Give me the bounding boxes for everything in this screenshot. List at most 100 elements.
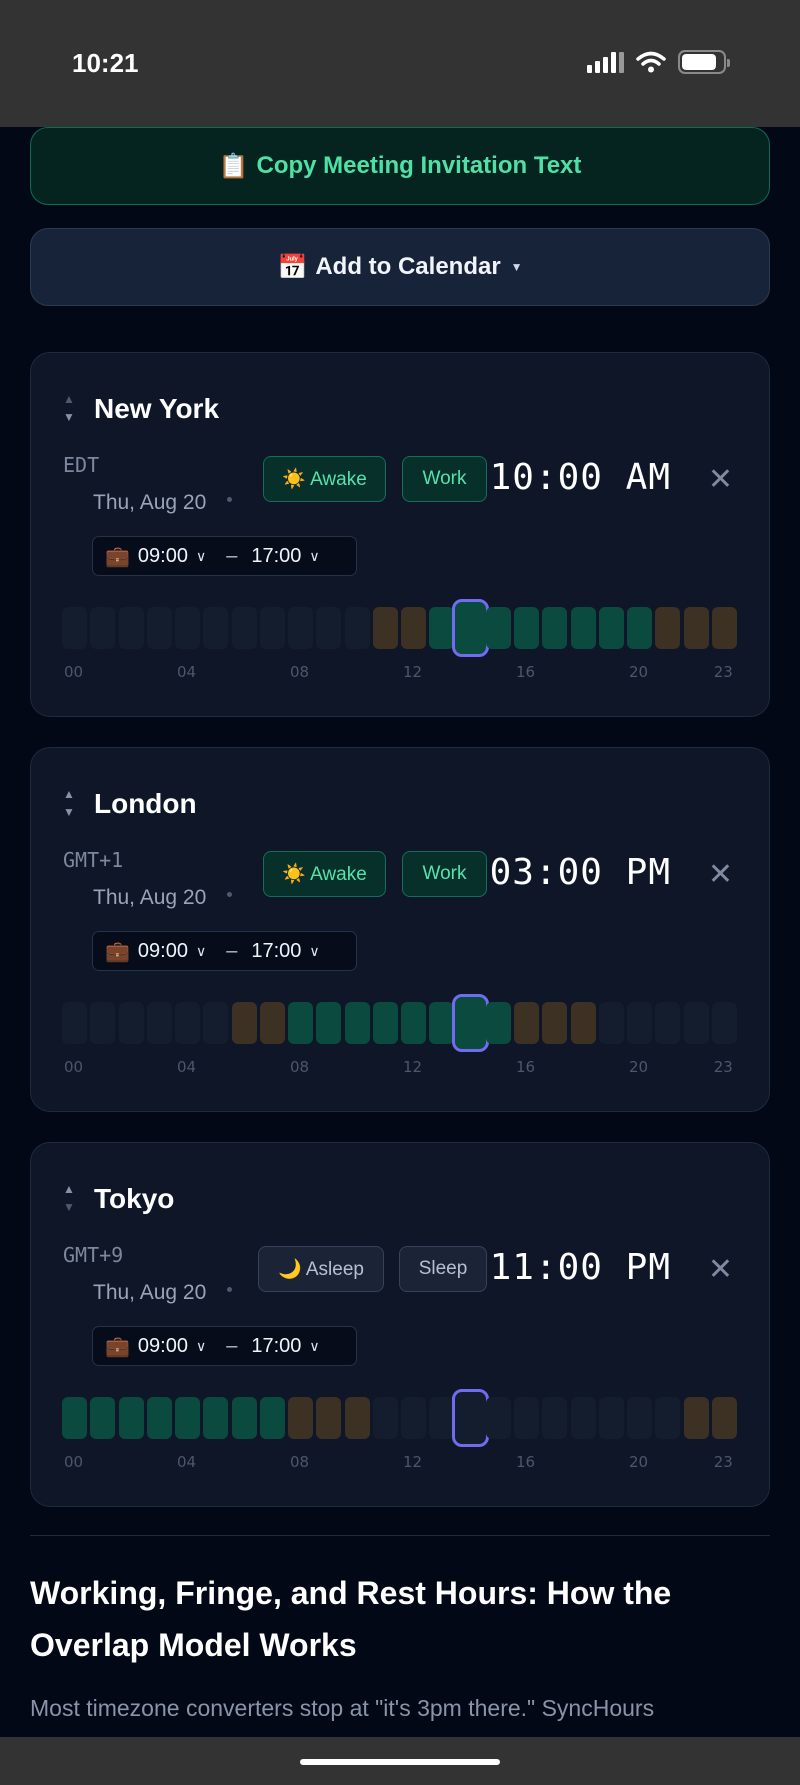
hour-cell-05[interactable] <box>203 607 229 649</box>
separator-dot <box>227 497 232 502</box>
hour-cell-15[interactable] <box>485 1002 511 1044</box>
hour-cell-19[interactable] <box>598 1002 624 1044</box>
hour-cell-07[interactable] <box>259 1397 285 1439</box>
hour-cell-20[interactable] <box>627 607 652 649</box>
hour-cell-21[interactable] <box>655 1397 681 1439</box>
hour-cell-10[interactable] <box>344 1397 370 1439</box>
work-start-select[interactable]: 09:00 <box>138 1335 188 1358</box>
hour-cell-03[interactable] <box>146 1397 172 1439</box>
hour-cell-19[interactable] <box>598 607 624 649</box>
hour-cell-02[interactable] <box>118 1397 144 1439</box>
hour-cell-10[interactable] <box>344 607 370 649</box>
hour-cell-12[interactable] <box>401 1002 426 1044</box>
hour-cell-02[interactable] <box>118 1002 144 1044</box>
hour-cell-09[interactable] <box>316 607 342 649</box>
city-name: Tokyo <box>94 1183 175 1214</box>
hour-cell-03[interactable] <box>146 1002 172 1044</box>
remove-city-icon[interactable]: ✕ <box>708 465 733 495</box>
hour-cell-04[interactable] <box>175 607 200 649</box>
hour-cell-06[interactable] <box>231 1002 257 1044</box>
hour-tick-label: 00 <box>64 663 84 681</box>
hour-cell-11[interactable] <box>372 607 398 649</box>
hour-cell-13[interactable] <box>429 607 455 649</box>
move-up-icon[interactable]: ▲ <box>63 1181 75 1197</box>
hour-cell-10[interactable] <box>344 1002 370 1044</box>
hour-cell-23[interactable] <box>711 1397 737 1439</box>
article-paragraph: Most timezone converters stop at "it's 3… <box>30 1695 655 1721</box>
hour-cell-22[interactable] <box>683 1397 709 1439</box>
move-down-icon[interactable]: ▼ <box>63 409 75 425</box>
hour-cell-03[interactable] <box>146 607 172 649</box>
hour-cell-01[interactable] <box>90 1397 116 1439</box>
hour-cell-21[interactable] <box>655 607 681 649</box>
work-start-select[interactable]: 09:00 <box>138 940 188 963</box>
hour-cell-08[interactable] <box>288 607 313 649</box>
copy-invitation-button[interactable]: 📋 Copy Meeting Invitation Text <box>30 127 770 205</box>
hour-cell-21[interactable] <box>655 1002 681 1044</box>
move-down-icon[interactable]: ▼ <box>63 804 75 820</box>
add-to-calendar-button[interactable]: 📅 Add to Calendar ▼ <box>30 228 770 306</box>
hour-cell-18[interactable] <box>570 607 596 649</box>
remove-city-icon[interactable]: ✕ <box>708 1255 733 1285</box>
hour-cell-12[interactable] <box>401 1397 426 1439</box>
move-up-icon[interactable]: ▲ <box>63 786 75 802</box>
work-end-select[interactable]: 17:00 <box>251 1335 301 1358</box>
hour-cell-05[interactable] <box>203 1002 229 1044</box>
move-up-icon[interactable]: ▲ <box>63 391 75 407</box>
move-down-icon[interactable]: ▼ <box>63 1199 75 1215</box>
add-to-calendar-label: Add to Calendar <box>315 253 501 280</box>
hour-cell-11[interactable] <box>372 1002 398 1044</box>
hour-cell-20[interactable] <box>627 1002 652 1044</box>
hour-cell-23[interactable] <box>711 1002 737 1044</box>
hour-tick-label: 23 <box>713 1058 733 1076</box>
hour-cell-08[interactable] <box>288 1397 313 1439</box>
hour-cell-05[interactable] <box>203 1397 229 1439</box>
hour-cell-17[interactable] <box>542 1002 568 1044</box>
work-end-select[interactable]: 17:00 <box>251 940 301 963</box>
hour-cell-23[interactable] <box>711 607 737 649</box>
hour-cell-16[interactable] <box>514 607 539 649</box>
hour-cell-18[interactable] <box>570 1397 596 1439</box>
hour-cell-07[interactable] <box>259 1002 285 1044</box>
hour-cell-16[interactable] <box>514 1002 539 1044</box>
hour-cell-19[interactable] <box>598 1397 624 1439</box>
hour-cell-04[interactable] <box>175 1002 200 1044</box>
hour-cell-09[interactable] <box>316 1397 342 1439</box>
hour-cell-06[interactable] <box>231 607 257 649</box>
hour-tick-label: 00 <box>64 1453 84 1471</box>
hour-cell-01[interactable] <box>90 607 116 649</box>
hour-cell-01[interactable] <box>90 1002 116 1044</box>
hour-cell-13[interactable] <box>429 1002 455 1044</box>
hour-cell-02[interactable] <box>118 607 144 649</box>
hour-cell-09[interactable] <box>316 1002 342 1044</box>
current-hour-marker[interactable] <box>451 994 489 1052</box>
hour-cell-16[interactable] <box>514 1397 539 1439</box>
work-start-select[interactable]: 09:00 <box>138 545 188 568</box>
home-indicator[interactable] <box>300 1759 500 1765</box>
hour-cell-18[interactable] <box>570 1002 596 1044</box>
remove-city-icon[interactable]: ✕ <box>708 860 733 890</box>
hour-cell-20[interactable] <box>627 1397 652 1439</box>
hour-cell-22[interactable] <box>683 1002 709 1044</box>
work-end-select[interactable]: 17:00 <box>251 545 301 568</box>
hour-cell-13[interactable] <box>429 1397 455 1439</box>
current-hour-marker[interactable] <box>451 599 489 657</box>
hour-cell-07[interactable] <box>259 607 285 649</box>
hour-cell-17[interactable] <box>542 607 568 649</box>
hour-cell-00[interactable] <box>62 1397 87 1439</box>
hour-cell-15[interactable] <box>485 1397 511 1439</box>
hour-cell-17[interactable] <box>542 1397 568 1439</box>
hour-tick-label: 20 <box>629 663 649 681</box>
hour-cell-15[interactable] <box>485 607 511 649</box>
hour-cell-12[interactable] <box>401 607 426 649</box>
hour-cell-08[interactable] <box>288 1002 313 1044</box>
hour-cell-00[interactable] <box>62 1002 87 1044</box>
hour-timeline <box>62 1389 740 1447</box>
hour-cell-11[interactable] <box>372 1397 398 1439</box>
hour-cell-22[interactable] <box>683 607 709 649</box>
hour-tick-label: 23 <box>713 1453 733 1471</box>
current-hour-marker[interactable] <box>451 1389 489 1447</box>
hour-cell-00[interactable] <box>62 607 87 649</box>
hour-cell-04[interactable] <box>175 1397 200 1439</box>
hour-cell-06[interactable] <box>231 1397 257 1439</box>
